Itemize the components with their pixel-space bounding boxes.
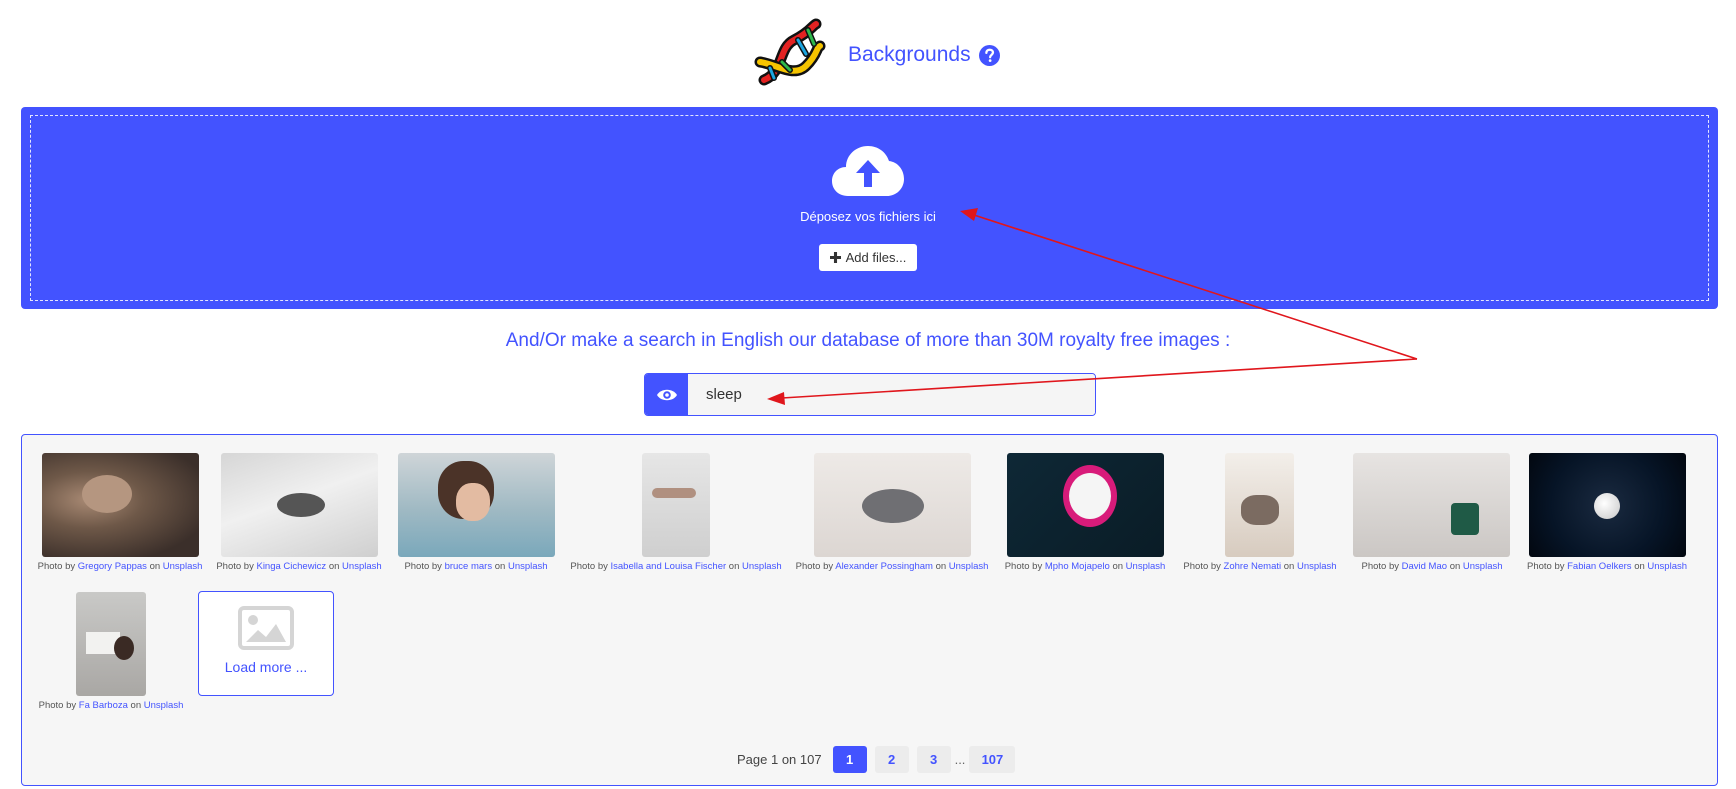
result-thumbnail[interactable] [1007, 453, 1164, 557]
pagination-ellipsis: ... [954, 752, 966, 767]
photo-credit: Photo by David Mao on Unsplash [1361, 561, 1503, 572]
source-link[interactable]: Unsplash [1463, 561, 1503, 572]
result-thumbnail[interactable] [642, 453, 710, 557]
page-button-last[interactable]: 107 [969, 746, 1016, 773]
source-link[interactable]: Unsplash [1647, 561, 1687, 572]
result-thumbnail[interactable] [42, 453, 199, 557]
source-link[interactable]: Unsplash [144, 700, 184, 711]
author-link[interactable]: David Mao [1402, 561, 1447, 572]
result-thumbnail[interactable] [814, 453, 971, 557]
author-link[interactable]: Gregory Pappas [78, 561, 147, 572]
photo-credit: Photo by Fa Barboza on Unsplash [38, 700, 184, 711]
page-button-1[interactable]: 1 [832, 746, 867, 773]
photo-credit: Photo by Alexander Possingham on Unsplas… [795, 561, 989, 572]
photo-credit: Photo by Kinga Cichewicz on Unsplash [216, 561, 382, 572]
dna-icon [754, 18, 826, 86]
question-circle-icon[interactable] [978, 44, 1000, 66]
dropzone-border [30, 115, 1709, 301]
source-link[interactable]: Unsplash [1297, 561, 1337, 572]
photo-credit: Photo by Mpho Mojapelo on Unsplash [1004, 561, 1166, 572]
file-dropzone[interactable] [21, 107, 1718, 309]
author-link[interactable]: Kinga Cichewicz [256, 561, 326, 572]
result-thumbnail[interactable] [1225, 453, 1294, 557]
result-thumbnail[interactable] [221, 453, 378, 557]
page-button-3[interactable]: 3 [916, 746, 951, 773]
result-thumbnail[interactable] [398, 453, 555, 557]
plus-icon [829, 252, 841, 263]
header: Backgrounds [0, 14, 1736, 94]
author-link[interactable]: Fabian Oelkers [1567, 561, 1631, 572]
add-files-button[interactable]: Add files... [819, 244, 917, 271]
result-thumbnail[interactable] [1353, 453, 1510, 557]
photo-credit: Photo by bruce mars on Unsplash [404, 561, 548, 572]
page-info: Page 1 on 107 [737, 752, 822, 767]
search-input[interactable] [688, 374, 1095, 415]
result-thumbnail[interactable] [76, 592, 146, 696]
page-title: Backgrounds [848, 43, 971, 66]
author-link[interactable]: bruce mars [445, 561, 493, 572]
photo-credit: Photo by Gregory Pappas on Unsplash [37, 561, 203, 572]
author-link[interactable]: Fa Barboza [79, 700, 128, 711]
source-link[interactable]: Unsplash [1126, 561, 1166, 572]
eye-icon [656, 389, 677, 400]
photo-credit: Photo by Fabian Oelkers on Unsplash [1526, 561, 1688, 572]
author-link[interactable]: Mpho Mojapelo [1045, 561, 1110, 572]
search-box [644, 373, 1096, 416]
dropzone-text: Déposez vos fichiers ici [800, 209, 936, 224]
source-link[interactable]: Unsplash [949, 561, 989, 572]
page-button-2[interactable]: 2 [874, 746, 909, 773]
image-placeholder-icon [238, 606, 294, 650]
photo-credit: Photo by Isabella and Louisa Fischer on … [570, 561, 782, 572]
search-title: And/Or make a search in English our data… [505, 330, 1231, 351]
source-link[interactable]: Unsplash [163, 561, 203, 572]
author-link[interactable]: Alexander Possingham [835, 561, 933, 572]
add-files-label: Add files... [845, 250, 907, 265]
load-more-button[interactable]: Load more ... [198, 591, 334, 696]
cloud-upload-icon [832, 146, 904, 196]
source-link[interactable]: Unsplash [742, 561, 782, 572]
photo-credit: Photo by Zohre Nemati on Unsplash [1183, 561, 1337, 572]
source-link[interactable]: Unsplash [342, 561, 382, 572]
load-more-label: Load more ... [224, 659, 308, 675]
author-link[interactable]: Isabella and Louisa Fischer [611, 561, 727, 572]
author-link[interactable]: Zohre Nemati [1224, 561, 1282, 572]
eye-button[interactable] [645, 374, 688, 415]
pagination: Page 1 on 107 1 2 3 ... 107 [737, 746, 1016, 773]
result-thumbnail[interactable] [1529, 453, 1686, 557]
source-link[interactable]: Unsplash [508, 561, 548, 572]
